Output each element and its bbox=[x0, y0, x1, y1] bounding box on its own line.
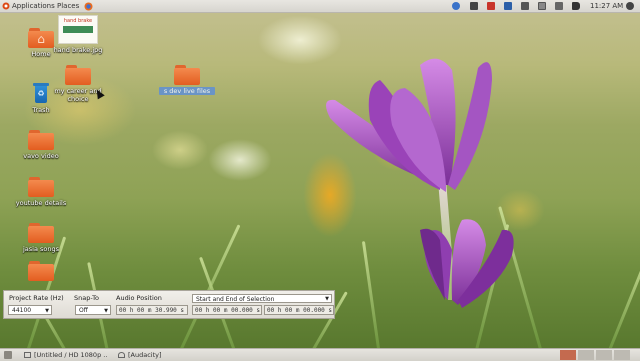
audio-position-value: 00 h 00 m 30.990 s bbox=[119, 307, 185, 314]
window-icon bbox=[24, 352, 31, 358]
chevron-down-icon: ▼ bbox=[45, 308, 49, 314]
desktop-icon-label: hand brake.jpg bbox=[53, 46, 103, 54]
selection-end-value: 00 h 00 m 00.000 s bbox=[267, 307, 333, 314]
audio-position-label: Audio Position bbox=[116, 294, 162, 302]
folder-icon bbox=[28, 261, 54, 281]
show-desktop-icon[interactable] bbox=[4, 351, 12, 359]
desktop-icon-youtube-details[interactable]: youtube details bbox=[13, 177, 69, 207]
battery-icon[interactable] bbox=[555, 2, 563, 10]
desktop-icon-label: youtube details bbox=[15, 199, 67, 207]
desktop-icon-label: s dev live files bbox=[159, 87, 215, 95]
folder-icon bbox=[28, 223, 54, 243]
selection-start-value: 00 h 00 m 00.000 s bbox=[195, 307, 261, 314]
places-menu[interactable]: Places bbox=[57, 1, 79, 11]
network-globe-icon[interactable] bbox=[452, 2, 460, 10]
project-rate-value: 44100 bbox=[12, 307, 32, 314]
power-icon[interactable] bbox=[626, 2, 634, 10]
audio-position-field[interactable]: 00 h 00 m 30.990 s bbox=[116, 305, 188, 315]
selection-start-field[interactable]: 00 h 00 m 00.000 s bbox=[192, 305, 262, 315]
desktop-icon-s-dev-live-files[interactable]: s dev live files bbox=[159, 65, 215, 95]
recording-indicator-icon[interactable] bbox=[487, 2, 495, 10]
bluetooth-icon[interactable] bbox=[504, 2, 512, 10]
workspace-4[interactable] bbox=[614, 350, 630, 360]
snap-to-value: Off bbox=[79, 307, 88, 314]
desktop-icon-label: jasia songs bbox=[22, 245, 60, 253]
desktop-icon-vavo-video[interactable]: vavo video bbox=[13, 130, 69, 160]
snap-to-label: Snap-To bbox=[74, 294, 99, 302]
project-rate-combo[interactable]: 44100 ▼ bbox=[8, 305, 52, 315]
taskbar-item-label: [Audacity] bbox=[128, 351, 162, 359]
taskbar-item-audacity[interactable]: [Audacity] bbox=[116, 350, 186, 360]
keyboard-icon[interactable] bbox=[470, 2, 478, 10]
headphones-icon bbox=[118, 352, 125, 358]
workspace-2[interactable] bbox=[578, 350, 594, 360]
selection-mode-value: Start and End of Selection bbox=[196, 296, 275, 303]
project-rate-label: Project Rate (Hz) bbox=[9, 294, 64, 302]
clock[interactable]: 11:27 AM bbox=[590, 1, 623, 11]
applications-menu[interactable]: Applications bbox=[12, 1, 55, 11]
taskbar-item-video[interactable]: [Untitled / HD 1080p ... bbox=[22, 350, 108, 360]
selection-end-field[interactable]: 00 h 00 m 00.000 s bbox=[264, 305, 334, 315]
firefox-launcher-icon[interactable] bbox=[84, 1, 94, 11]
image-thumbnail-icon: hand brake bbox=[58, 15, 98, 44]
desktop-icon-label: vavo video bbox=[23, 152, 59, 160]
selection-mode-dropdown[interactable]: Start and End of Selection ▼ bbox=[192, 294, 332, 303]
desktop-icon-folder-partial[interactable] bbox=[13, 261, 69, 281]
workspace-3[interactable] bbox=[596, 350, 612, 360]
desktop-icon-trash[interactable]: Trash bbox=[13, 82, 69, 114]
folder-icon bbox=[174, 65, 200, 85]
desktop-icon-label: Trash bbox=[32, 106, 50, 114]
volume-speaker-icon[interactable] bbox=[572, 2, 580, 10]
transfer-arrows-icon[interactable] bbox=[521, 2, 529, 10]
desktop-icon-jasia-songs[interactable]: jasia songs bbox=[13, 223, 69, 253]
audacity-selection-toolbar: Project Rate (Hz) 44100 ▼ Snap-To Off ▼ … bbox=[3, 290, 335, 319]
trash-icon bbox=[33, 82, 49, 104]
desktop-icon-hand-brake[interactable]: hand brake hand brake.jpg bbox=[50, 15, 106, 54]
bottom-panel: [Untitled / HD 1080p ... [Audacity] bbox=[0, 348, 640, 361]
workspace-1[interactable] bbox=[560, 350, 576, 360]
folder-icon bbox=[28, 177, 54, 197]
thumbnail-text: hand brake bbox=[63, 18, 93, 24]
chevron-down-icon: ▼ bbox=[325, 296, 329, 302]
ubuntu-logo-icon[interactable] bbox=[2, 1, 10, 11]
chevron-down-icon: ▼ bbox=[104, 308, 108, 314]
folder-icon bbox=[28, 130, 54, 150]
top-panel: Applications Places 11:27 AM bbox=[0, 0, 640, 13]
snap-to-combo[interactable]: Off ▼ bbox=[75, 305, 111, 315]
mail-envelope-icon[interactable] bbox=[538, 2, 546, 10]
taskbar-item-label: [Untitled / HD 1080p ... bbox=[34, 351, 108, 359]
